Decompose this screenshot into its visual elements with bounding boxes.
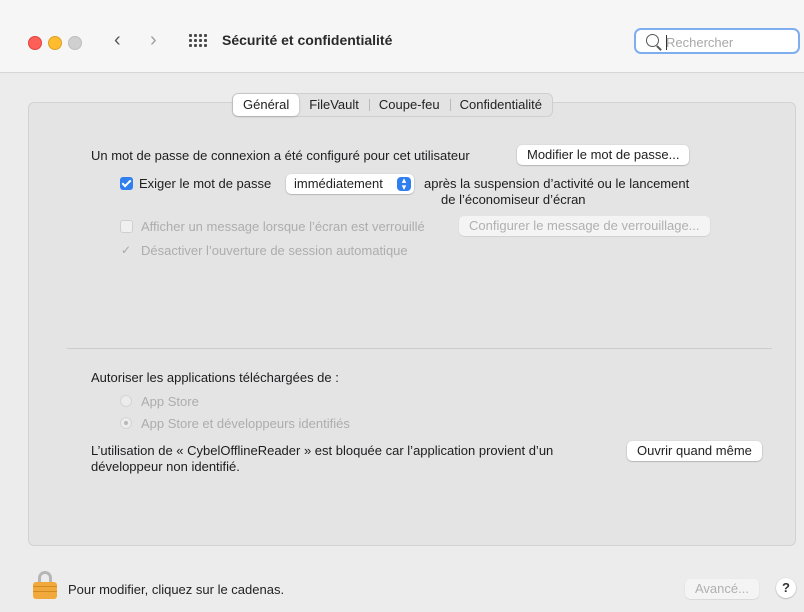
disable-auto-login-label: Désactiver l’ouverture de session automa… [141,243,408,258]
window-title: Sécurité et confidentialité [222,32,393,48]
radio-app-store[interactable] [120,395,132,407]
back-arrow-icon[interactable]: ‹ [114,30,121,50]
blocked-app-text-line1: L’utilisation de « CybelOfflineReader » … [91,443,554,458]
zoom-window-button[interactable] [68,36,82,50]
section-divider [67,348,772,349]
general-panel: Un mot de passe de connexion a été confi… [28,102,796,546]
minimize-window-button[interactable] [48,36,62,50]
radio-app-store-label: App Store [141,394,199,409]
search-field[interactable] [634,28,800,54]
tab-firewall[interactable]: Coupe-feu [368,94,450,116]
chevron-updown-icon: ▴ ▾ [397,176,411,192]
show-lock-message-checkbox[interactable] [120,220,133,233]
search-icon [646,34,659,47]
help-button[interactable]: ? [776,578,796,598]
require-password-checkbox[interactable] [120,177,133,190]
require-password-delay-value: immédiatement [294,176,383,191]
change-password-button[interactable]: Modifier le mot de passe... [517,145,690,165]
allow-apps-heading: Autoriser les applications téléchargées … [91,370,339,385]
close-window-button[interactable] [28,36,42,50]
blocked-app-text-line2: développeur non identifié. [91,459,240,474]
forward-arrow-icon[interactable]: › [150,30,157,50]
lock-hint-text: Pour modifier, cliquez sur le cadenas. [68,582,285,597]
set-lock-message-button[interactable]: Configurer le message de verrouillage... [459,216,710,236]
padlock-body [33,582,57,599]
tab-general[interactable]: Général [233,94,300,116]
radio-app-store-identified[interactable] [120,417,132,429]
tab-filevault[interactable]: FileVault [299,94,369,116]
tab-privacy[interactable]: Confidentialité [449,94,552,116]
search-input[interactable] [666,33,794,51]
preferences-window: ‹ › Sécurité et confidentialité Un mot d… [0,0,804,612]
require-password-suffix-2: de l’économiseur d’écran [441,192,586,207]
advanced-button[interactable]: Avancé... [685,579,759,599]
require-password-label: Exiger le mot de passe [139,176,272,191]
title-bar: ‹ › Sécurité et confidentialité [0,0,804,73]
require-password-delay-select[interactable]: immédiatement ▴ ▾ [286,174,414,194]
show-all-grid-icon[interactable] [189,34,207,48]
open-anyway-button[interactable]: Ouvrir quand même [627,441,762,461]
tab-bar: Général FileVault Coupe-feu Confidential… [232,93,553,117]
password-configured-text: Un mot de passe de connexion a été confi… [91,148,470,163]
show-lock-message-label: Afficher un message lorsque l’écran est … [141,219,425,234]
padlock-icon[interactable] [33,571,57,599]
radio-app-store-identified-label: App Store et développeurs identifiés [141,416,350,431]
disable-auto-login-checkbox[interactable]: ✓ [121,243,131,257]
require-password-suffix-1: après la suspension d’activité ou le lan… [424,176,690,191]
